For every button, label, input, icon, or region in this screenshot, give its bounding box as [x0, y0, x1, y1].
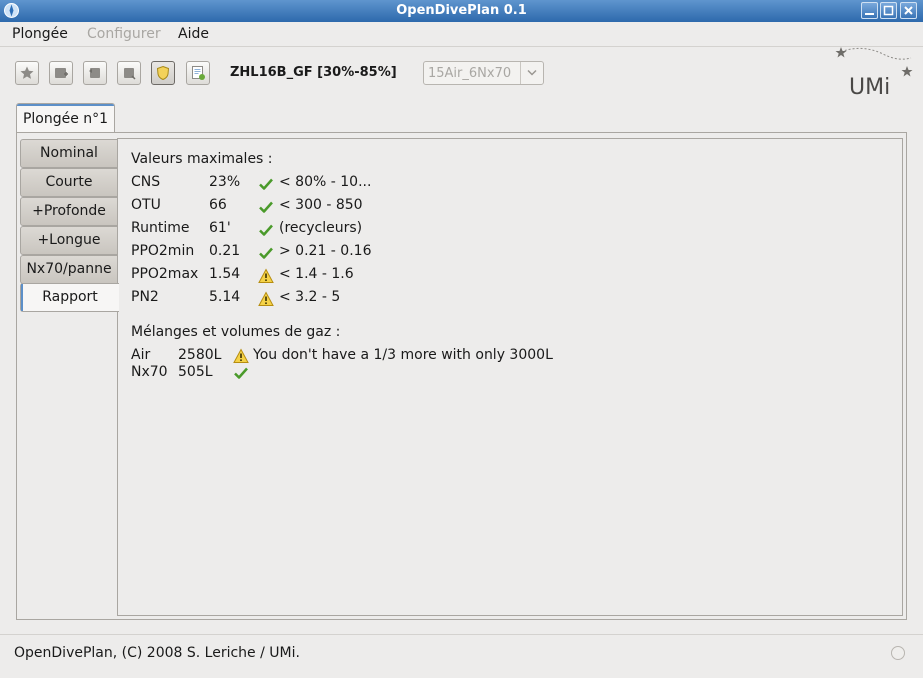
report-row-value: 66	[209, 197, 227, 213]
tab-nominal[interactable]: Nominal	[20, 139, 118, 168]
report-row-value: 0.21	[209, 243, 241, 259]
copy-dive-icon	[89, 68, 100, 78]
shield-icon	[156, 65, 170, 81]
algorithm-label: ZHL16B_GF [30%-85%]	[230, 65, 397, 80]
warning-icon	[258, 268, 274, 283]
document-add-icon	[192, 66, 205, 80]
report-row-name: OTU	[131, 197, 161, 213]
add-dive-button[interactable]	[49, 61, 73, 85]
gas-select-toggle[interactable]	[520, 62, 543, 84]
maximize-button[interactable]	[880, 2, 897, 19]
status-bar: OpenDivePlan, (C) 2008 S. Leriche / UMi.	[0, 634, 923, 678]
status-text: OpenDivePlan, (C) 2008 S. Leriche / UMi.	[14, 645, 300, 661]
tab-plongee-1-label: Plongée n°1	[22, 111, 109, 127]
report-row-limit: < 80% - 10...	[279, 174, 372, 190]
tab-rapport[interactable]: Rapport	[20, 283, 119, 312]
check-icon	[259, 201, 273, 213]
report-row-limit: (recycleurs)	[279, 220, 363, 236]
check-icon	[259, 224, 273, 236]
gas-select-value: 15Air_6Nx70	[428, 66, 512, 81]
chevron-down-icon	[527, 69, 537, 76]
add-dive-icon	[55, 68, 68, 78]
warning-icon	[233, 348, 249, 363]
tab-plongee-1[interactable]: Plongée n°1	[16, 103, 115, 133]
minimize-icon	[865, 13, 874, 15]
star-icon	[20, 66, 34, 79]
tab-courte[interactable]: Courte	[20, 168, 118, 197]
export-button[interactable]	[186, 61, 210, 85]
report-row-limit: < 300 - 850	[279, 197, 363, 213]
delete-dive-button[interactable]	[117, 61, 141, 85]
close-icon	[904, 6, 913, 15]
gas-volume: 505L	[178, 364, 213, 380]
menu-bar: Plongée Configurer Aide	[0, 22, 923, 46]
report-row-name: PN2	[131, 289, 159, 305]
report-row-name: PPO2min	[131, 243, 195, 259]
max-values-heading: Valeurs maximales :	[131, 151, 273, 167]
warning-icon	[258, 291, 274, 306]
maximize-icon	[883, 5, 894, 16]
window-title: OpenDivePlan 0.1	[396, 3, 527, 18]
gas-volumes-heading: Mélanges et volumes de gaz :	[131, 324, 341, 340]
report-row-limit: < 1.4 - 1.6	[279, 266, 354, 282]
report-row-limit: > 0.21 - 0.16	[279, 243, 372, 259]
delete-dive-icon	[124, 68, 136, 80]
copy-dive-button[interactable]	[83, 61, 107, 85]
safety-button[interactable]	[151, 61, 175, 85]
status-indicator	[891, 646, 905, 660]
report-row-value: 23%	[209, 174, 241, 190]
check-icon	[259, 178, 273, 190]
umi-logo: UMi	[835, 47, 913, 100]
gas-name: Air	[131, 347, 151, 363]
gas-note: You don't have a 1/3 more with only 3000…	[253, 347, 553, 363]
report-row-name: PPO2max	[131, 266, 199, 282]
report-row-value: 1.54	[209, 266, 241, 282]
logo-text: UMi	[849, 75, 890, 100]
minimize-button[interactable]	[861, 2, 878, 19]
report-row-limit: < 3.2 - 5	[279, 289, 341, 305]
check-icon	[234, 367, 248, 379]
menu-configurer: Configurer	[87, 26, 161, 42]
report-row-name: CNS	[131, 174, 161, 190]
check-icon	[259, 247, 273, 259]
tab-highlight	[17, 104, 114, 106]
gas-select[interactable]: 15Air_6Nx70	[423, 61, 544, 85]
favorite-button[interactable]	[15, 61, 39, 85]
report-row-value: 61'	[209, 220, 231, 236]
tab-nx70-panne[interactable]: Nx70/panne	[20, 255, 118, 284]
menu-separator	[0, 46, 923, 47]
close-button[interactable]	[900, 2, 917, 19]
tab-profonde[interactable]: +Profonde	[20, 197, 118, 226]
tab-longue[interactable]: +Longue	[20, 226, 118, 255]
menu-aide[interactable]: Aide	[178, 26, 209, 42]
gas-name: Nx70	[131, 364, 168, 380]
title-bar: OpenDivePlan 0.1	[0, 0, 923, 22]
report-row-value: 5.14	[209, 289, 241, 305]
report-row-name: Runtime	[131, 220, 190, 236]
gas-volume: 2580L	[178, 347, 222, 363]
menu-plongee[interactable]: Plongée	[12, 26, 68, 42]
